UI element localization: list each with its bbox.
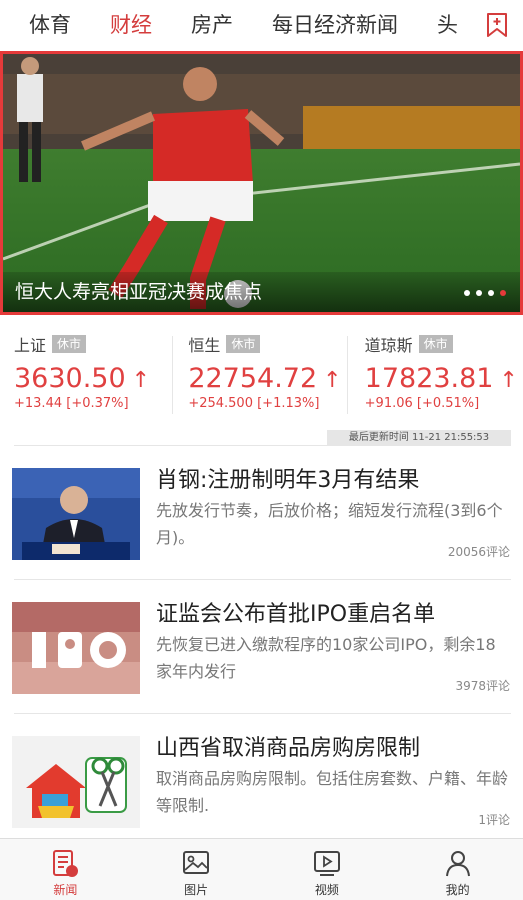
banner-pager: [464, 290, 506, 296]
news-title: 山西省取消商品房购房限制: [156, 736, 421, 761]
banner-caption-bar: 恒大人寿亮相亚冠决赛成焦点: [3, 272, 520, 312]
pager-dot[interactable]: [464, 290, 470, 296]
tab-label: 我的: [445, 883, 470, 897]
headline-banner[interactable]: 恒大人寿亮相亚冠决赛成焦点: [0, 51, 523, 315]
market-value: 3630.50 ↑: [14, 363, 151, 394]
user-icon: [445, 851, 470, 877]
tab-realestate[interactable]: 房产: [191, 0, 233, 50]
news-title: 证监会公布首批IPO重启名单: [156, 602, 436, 627]
market-change: +91.06 [+0.51%]: [364, 396, 480, 411]
tab-daily-economic-news[interactable]: 每日经济新闻: [272, 0, 398, 50]
news-title: 肖钢:注册制明年3月有结果: [156, 468, 420, 493]
news-item[interactable]: 肖钢:注册制明年3月有结果 先放发行节奏，后放价格；缩短发行流程(3到6个月)。…: [0, 446, 523, 581]
market-indices: 上证 休市 3630.50 ↑ +13.44 [+0.37%] 恒生 休市 227…: [0, 322, 523, 422]
pager-dot-active[interactable]: [500, 290, 506, 296]
comment-count: 3978评论: [455, 679, 510, 693]
tab-news[interactable]: 新闻: [0, 839, 131, 900]
tab-label: 视频: [314, 883, 339, 897]
tab-partial[interactable]: 头: [437, 0, 458, 50]
tab-label: 新闻: [53, 883, 78, 897]
up-arrow-icon: ↑: [323, 368, 342, 393]
market-name: 道琼斯: [364, 336, 413, 355]
news-thumbnail: [12, 468, 140, 560]
news-icon: [53, 850, 79, 877]
up-arrow-icon: ↑: [131, 368, 151, 393]
picture-icon: [183, 851, 210, 874]
news-item[interactable]: 证监会公布首批IPO重启名单 先恢复已进入缴款程序的10家公司IPO，剩余18家…: [0, 580, 523, 715]
channel-tabs: 体育 财经 房产 每日经济新闻 头: [0, 0, 471, 50]
market-name: 恒生: [188, 336, 221, 355]
pager-dot[interactable]: [476, 290, 482, 296]
banner-caption: 恒大人寿亮相亚冠决赛成焦点: [15, 281, 263, 303]
news-item[interactable]: 山西省取消商品房购房限制 取消商品房购房限制。包括住房套数、户籍、年龄等限制. …: [0, 714, 523, 849]
market-name: 上证: [14, 336, 47, 355]
market-value: 22754.72 ↑: [188, 363, 342, 394]
up-arrow-icon: ↑: [499, 368, 518, 393]
comment-count: 20056评论: [447, 545, 510, 559]
market-shanghai[interactable]: 上证 休市 3630.50 ↑ +13.44 [+0.37%]: [0, 322, 172, 422]
market-change: +13.44 [+0.37%]: [14, 396, 129, 411]
tab-video[interactable]: 视频: [262, 839, 393, 900]
tab-finance[interactable]: 财经: [110, 0, 152, 50]
news-description: 取消商品房购房限制。包括住房套数、户籍、年龄等限制.: [156, 769, 509, 815]
market-hangseng[interactable]: 恒生 休市 22754.72 ↑ +254.500 [+1.13%]: [172, 322, 346, 422]
video-icon: [313, 851, 340, 876]
market-value: 17823.81 ↑: [364, 363, 518, 394]
tab-pictures[interactable]: 图片: [131, 839, 262, 900]
market-status-badge: 休市: [226, 335, 261, 353]
tab-mine[interactable]: 我的: [392, 839, 523, 900]
market-change: +254.500 [+1.13%]: [188, 396, 320, 411]
news-thumbnail: [12, 736, 140, 828]
bottom-tab-bar: 新闻 图片 视频 我的: [0, 838, 523, 900]
tab-sports[interactable]: 体育: [29, 0, 71, 50]
news-thumbnail: [12, 602, 140, 694]
bookmark-plus-icon[interactable]: [471, 0, 523, 50]
market-status-badge: 休市: [418, 335, 453, 353]
tab-label: 图片: [184, 883, 209, 897]
top-channel-nav: 体育 财经 房产 每日经济新闻 头: [0, 0, 523, 50]
market-status-badge: 休市: [52, 335, 87, 353]
market-dowjones[interactable]: 道琼斯 休市 17823.81 ↑ +91.06 [+0.51%]: [346, 322, 523, 422]
last-update-time: 最后更新时间 11-21 21:55:53: [327, 430, 511, 445]
comment-count: 1评论: [478, 813, 510, 827]
pager-dot[interactable]: [488, 290, 494, 296]
